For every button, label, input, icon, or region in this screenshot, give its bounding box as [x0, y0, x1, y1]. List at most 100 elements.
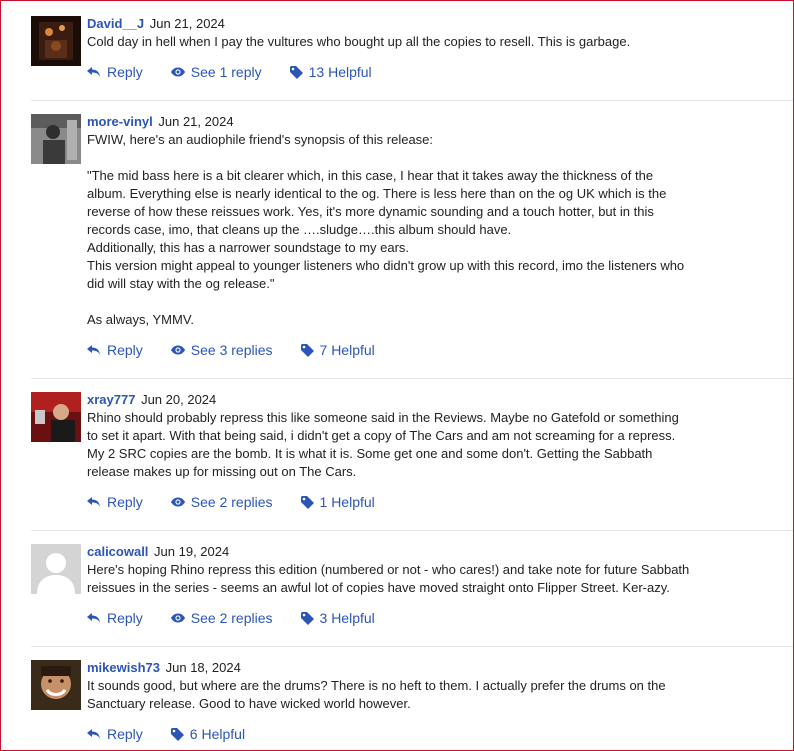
comment-body: mikewish73 Jun 18, 2024 It sounds good, … — [87, 660, 743, 713]
see-replies-button[interactable]: See 1 reply — [170, 64, 262, 80]
comment-meta: more-vinyl Jun 21, 2024 — [87, 114, 743, 130]
comment-item: David__J Jun 21, 2024 Cold day in hell w… — [31, 16, 793, 101]
see-replies-label: See 2 replies — [190, 610, 273, 626]
see-replies-button[interactable]: See 2 replies — [170, 610, 273, 626]
see-replies-button[interactable]: See 3 replies — [170, 342, 273, 358]
helpful-button[interactable]: 6 Helpful — [170, 726, 246, 742]
comment-line: As always, YMMV. — [87, 312, 194, 327]
comment-line: album. Everything else is nearly identic… — [87, 186, 667, 201]
reply-button[interactable]: Reply — [87, 64, 143, 80]
tag-icon — [300, 611, 314, 625]
comment-line: This version might appeal to younger lis… — [87, 258, 685, 273]
comment-line: It sounds good, but where are the drums?… — [87, 678, 666, 693]
see-replies-button[interactable]: See 2 replies — [170, 494, 273, 510]
reply-button[interactable]: Reply — [87, 342, 143, 358]
comment-body: calicowall Jun 19, 2024 Here's hoping Rh… — [87, 544, 743, 597]
reply-button[interactable]: Reply — [87, 494, 143, 510]
comment-line: reverse of how these reissues work. Yes,… — [87, 204, 654, 219]
helpful-label: 7 Helpful — [319, 342, 375, 358]
tag-icon — [289, 65, 303, 79]
comment-line: FWIW, here's an audiophile friend's syno… — [87, 132, 434, 147]
comment-line: Sanctuary release. Good to have wicked w… — [87, 696, 411, 711]
avatar[interactable] — [31, 16, 81, 66]
helpful-label: 1 Helpful — [319, 494, 375, 510]
comment-actions: Reply See 2 replies 3 Helpful — [87, 608, 403, 628]
reply-label: Reply — [107, 64, 143, 80]
reply-label: Reply — [107, 726, 143, 742]
avatar[interactable] — [31, 114, 81, 164]
helpful-button[interactable]: 3 Helpful — [300, 610, 375, 626]
comment-actions: Reply See 2 replies 1 Helpful — [87, 492, 403, 512]
reply-button[interactable]: Reply — [87, 610, 143, 626]
comment-line: Additionally, this has a narrower sounds… — [87, 240, 410, 255]
comment-text: Cold day in hell when I pay the vultures… — [87, 33, 743, 51]
avatar[interactable] — [31, 660, 81, 710]
comment-line: reissues in the series - seems an awful … — [87, 580, 670, 595]
username-link[interactable]: David__J — [87, 16, 144, 31]
comment-date: Jun 21, 2024 — [158, 114, 234, 129]
see-replies-label: See 2 replies — [190, 494, 273, 510]
reply-label: Reply — [107, 494, 143, 510]
comment-line: records case, imo, that cleans up the ….… — [87, 222, 512, 237]
username-link[interactable]: more-vinyl — [87, 114, 153, 129]
comment-text: Here's hoping Rhino repress this edition… — [87, 561, 743, 597]
comment-body: David__J Jun 21, 2024 Cold day in hell w… — [87, 16, 743, 51]
comment-text: Rhino should probably repress this like … — [87, 409, 743, 481]
reply-label: Reply — [107, 610, 143, 626]
comment-body: more-vinyl Jun 21, 2024 FWIW, here's an … — [87, 114, 743, 329]
tag-icon — [300, 343, 314, 357]
reply-icon — [87, 67, 100, 77]
eye-icon — [170, 345, 185, 355]
eye-icon — [170, 613, 185, 623]
helpful-label: 3 Helpful — [319, 610, 375, 626]
comment-text: FWIW, here's an audiophile friend's syno… — [87, 131, 743, 329]
comment-item: mikewish73 Jun 18, 2024 It sounds good, … — [31, 660, 793, 750]
comment-item: more-vinyl Jun 21, 2024 FWIW, here's an … — [31, 114, 793, 379]
reply-icon — [87, 729, 100, 739]
comment-item: calicowall Jun 19, 2024 Here's hoping Rh… — [31, 544, 793, 647]
reply-icon — [87, 345, 100, 355]
comment-actions: Reply 6 Helpful — [87, 724, 273, 744]
comment-date: Jun 21, 2024 — [149, 16, 225, 31]
username-link[interactable]: calicowall — [87, 544, 148, 559]
comment-line: My 2 SRC copies are the bomb. It is what… — [87, 446, 653, 461]
eye-icon — [170, 497, 185, 507]
comment-meta: David__J Jun 21, 2024 — [87, 16, 743, 32]
comment-line: release makes up for missing out on The … — [87, 464, 357, 479]
comment-date: Jun 20, 2024 — [141, 392, 217, 407]
comment-line: to set it apart. With that being said, i… — [87, 428, 676, 443]
reply-icon — [87, 613, 100, 623]
helpful-label: 6 Helpful — [189, 726, 246, 742]
reply-icon — [87, 497, 100, 507]
comment-date: Jun 19, 2024 — [154, 544, 230, 559]
reply-label: Reply — [107, 342, 143, 358]
comment-date: Jun 18, 2024 — [165, 660, 241, 675]
helpful-button[interactable]: 13 Helpful — [289, 64, 372, 80]
comment-line: Cold day in hell when I pay the vultures… — [87, 34, 631, 49]
helpful-button[interactable]: 1 Helpful — [300, 494, 375, 510]
username-link[interactable]: xray777 — [87, 392, 135, 407]
comment-line: did will stay with the og release." — [87, 276, 275, 291]
avatar[interactable] — [31, 392, 81, 442]
tag-icon — [170, 727, 184, 741]
comment-actions: Reply See 1 reply 13 Helpful — [87, 62, 400, 82]
username-link[interactable]: mikewish73 — [87, 660, 160, 675]
comment-body: xray777 Jun 20, 2024 Rhino should probab… — [87, 392, 743, 481]
comment-item: xray777 Jun 20, 2024 Rhino should probab… — [31, 392, 793, 531]
comment-line: Here's hoping Rhino repress this edition… — [87, 562, 690, 577]
default-avatar[interactable] — [31, 544, 81, 594]
reply-button[interactable]: Reply — [87, 726, 143, 742]
comment-line: Rhino should probably repress this like … — [87, 410, 679, 425]
comment-actions: Reply See 3 replies 7 Helpful — [87, 340, 403, 360]
comment-line: "The mid bass here is a bit clearer whic… — [87, 168, 654, 183]
see-replies-label: See 3 replies — [190, 342, 273, 358]
comment-text: It sounds good, but where are the drums?… — [87, 677, 743, 713]
eye-icon — [170, 67, 185, 77]
helpful-button[interactable]: 7 Helpful — [300, 342, 375, 358]
helpful-label: 13 Helpful — [308, 64, 372, 80]
comment-meta: mikewish73 Jun 18, 2024 — [87, 660, 743, 676]
comment-meta: calicowall Jun 19, 2024 — [87, 544, 743, 560]
comment-meta: xray777 Jun 20, 2024 — [87, 392, 743, 408]
